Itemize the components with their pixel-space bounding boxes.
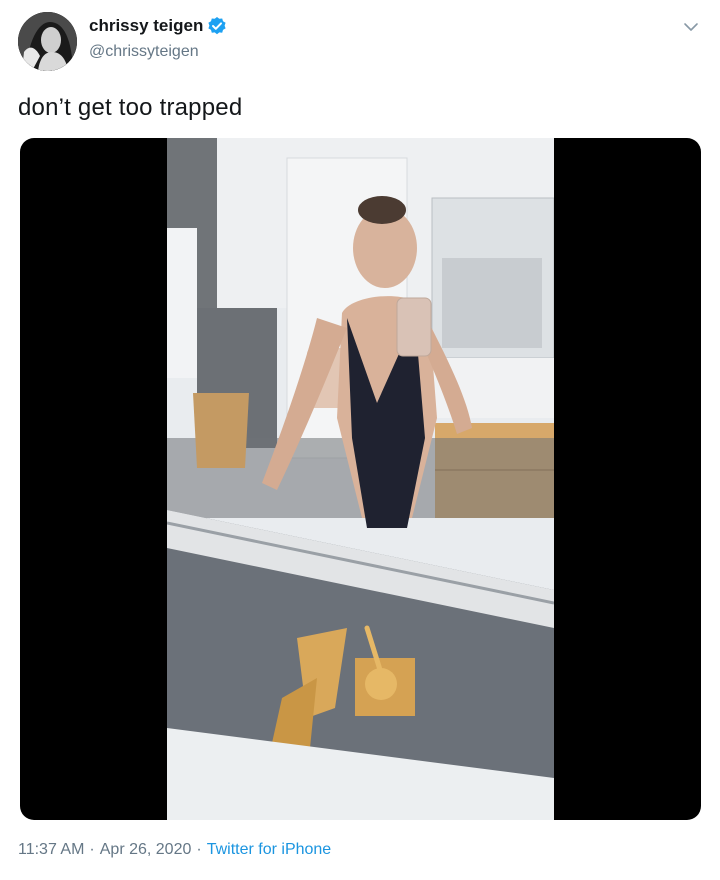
verified-badge-icon (207, 16, 227, 36)
tweet-meta: 11:37 AM · Apr 26, 2020 · Twitter for iP… (18, 841, 331, 859)
tweet-card: chrissy teigen @chrissyteigen don’t get … (0, 0, 720, 880)
meta-separator: · (89, 841, 95, 858)
display-name[interactable]: chrissy teigen (89, 16, 203, 36)
tweet-text: don’t get too trapped (18, 94, 243, 121)
tweet-date[interactable]: Apr 26, 2020 (100, 841, 192, 859)
author-name-row[interactable]: chrissy teigen (89, 16, 227, 36)
video-player[interactable] (20, 138, 701, 820)
avatar[interactable] (18, 12, 77, 71)
tweet-source-link[interactable]: Twitter for iPhone (207, 841, 332, 859)
chevron-down-icon[interactable] (682, 18, 700, 36)
tweet-time[interactable]: 11:37 AM (18, 841, 84, 859)
author-handle[interactable]: @chrissyteigen (89, 43, 199, 61)
video-frame[interactable] (167, 138, 554, 820)
meta-separator: · (196, 841, 202, 858)
